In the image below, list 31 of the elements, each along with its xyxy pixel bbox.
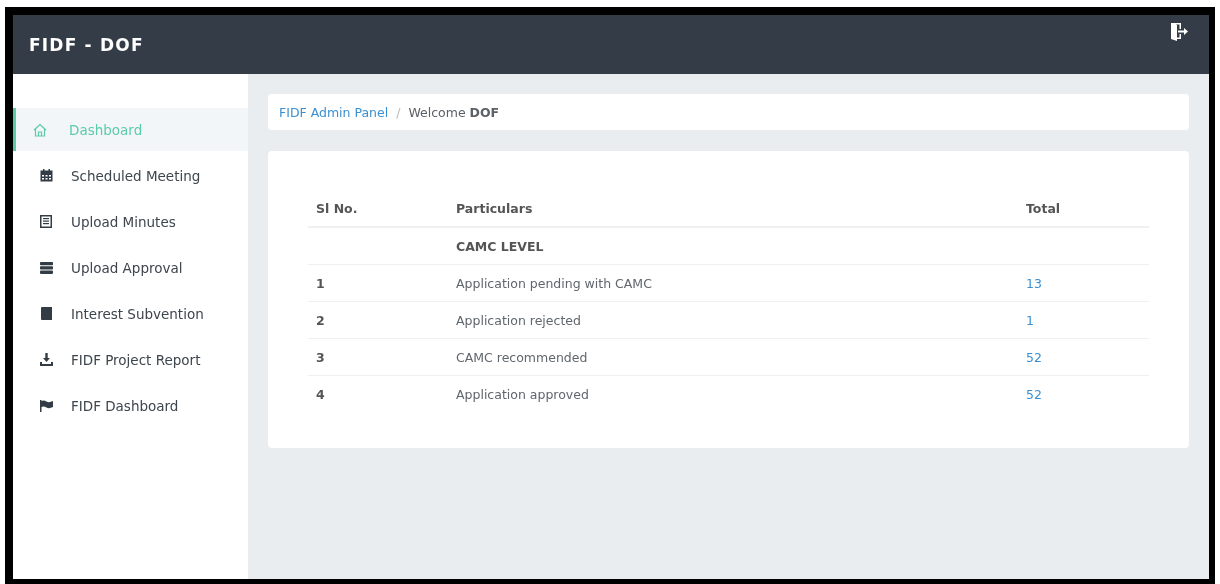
sidebar-item[interactable]: FIDF Dashboard	[13, 384, 248, 427]
particulars-cell: Application approved	[456, 386, 589, 402]
sidebar-item[interactable]: Upload Minutes	[13, 200, 248, 243]
download-icon	[39, 353, 53, 366]
sidebar-item[interactable]: Upload Approval	[13, 246, 248, 289]
serial-number: 3	[316, 349, 325, 365]
server-icon	[39, 261, 53, 274]
sidebar-item[interactable]: FIDF Project Report	[13, 338, 248, 381]
serial-number: 2	[316, 312, 325, 328]
breadcrumb-current: Welcome DOF	[408, 104, 500, 120]
breadcrumb-link[interactable]: FIDF Admin Panel	[279, 104, 389, 120]
breadcrumb-separator: /	[396, 104, 401, 120]
flag-icon	[39, 399, 53, 412]
serial-number: 4	[316, 386, 325, 402]
home-icon	[33, 122, 47, 137]
list-icon	[40, 215, 52, 228]
app-title: FIDF - DOF	[29, 34, 144, 55]
calendar-icon	[39, 169, 53, 182]
particulars-cell: CAMC recommended	[456, 349, 588, 365]
column-header: Particulars	[456, 201, 533, 216]
serial-number: 1	[316, 275, 325, 291]
group-label: CAMC LEVEL	[456, 238, 544, 254]
column-header: Sl No.	[316, 201, 358, 216]
column-header: Total	[1026, 201, 1061, 216]
total-link[interactable]: 52	[1026, 386, 1042, 402]
total-link[interactable]: 52	[1026, 349, 1042, 365]
sidebar-item[interactable]: Scheduled Meeting	[13, 154, 248, 197]
particulars-cell: Application rejected	[456, 312, 581, 328]
particulars-cell: Application pending with CAMC	[456, 275, 652, 291]
sidebar-item[interactable]: Interest Subvention	[13, 292, 248, 335]
book-icon	[40, 307, 52, 320]
